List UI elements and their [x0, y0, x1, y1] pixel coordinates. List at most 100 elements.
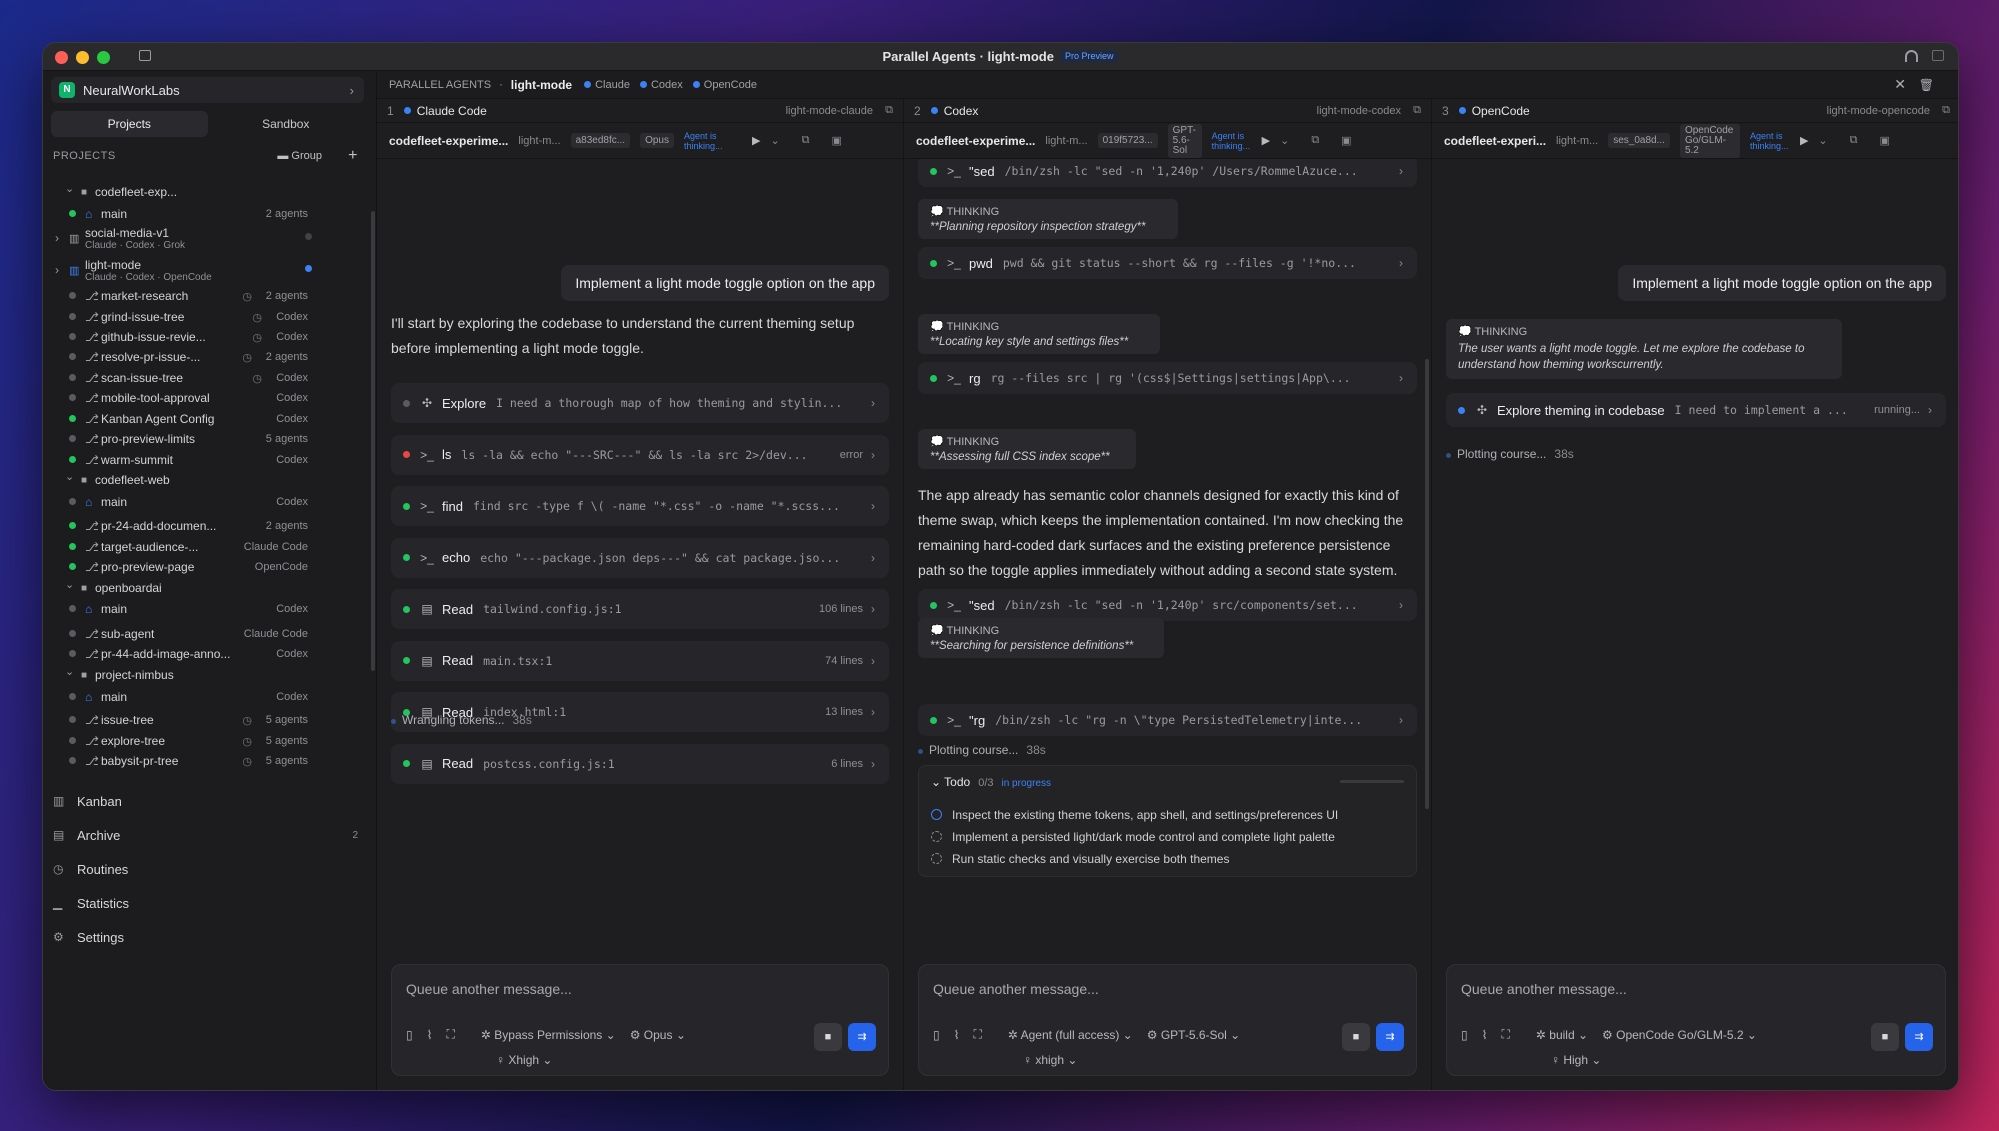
send-button[interactable]: ⇉ — [1376, 1023, 1404, 1051]
send-button[interactable]: ⇉ — [848, 1023, 876, 1051]
effort-dropdown[interactable]: ♀ Xhigh ⌄ — [496, 1053, 552, 1067]
tree-row[interactable]: ⎇ target-audience-... Claude Code — [43, 536, 370, 558]
tree-row[interactable]: › ▥ social-media-v1 Claude · Codex · Grok — [43, 226, 370, 251]
copy-icon[interactable]: ⧉ — [802, 134, 810, 147]
nav-item-kanban[interactable]: ▥ Kanban — [43, 786, 376, 816]
copy-icon[interactable]: ⧉ — [1311, 134, 1319, 147]
screenshot-icon[interactable]: ⛶ — [973, 1027, 981, 1042]
open-external-icon[interactable]: ⧉ — [1942, 104, 1950, 117]
chevron-down-icon[interactable]: ⌄ — [1818, 134, 1827, 147]
chevron-down-icon[interactable]: ⌄ — [65, 665, 74, 678]
todo-item[interactable]: Inspect the existing theme tokens, app s… — [931, 808, 1338, 822]
play-icon[interactable]: ▶ — [752, 134, 760, 147]
org-switcher[interactable]: N NeuralWorkLabs › — [51, 77, 364, 103]
tree-row[interactable]: ⎇ issue-tree 5 agents ◷ — [43, 709, 370, 731]
message-input[interactable]: Queue another message... — [933, 981, 1099, 997]
effort-dropdown[interactable]: ♀ High ⌄ — [1551, 1053, 1601, 1067]
nav-item-routines[interactable]: ◷ Routines — [43, 854, 376, 884]
tree-row[interactable]: ⎇ scan-issue-tree Codex ◷ — [43, 367, 370, 389]
play-icon[interactable]: ▶ — [1800, 134, 1808, 147]
tree-row[interactable]: ⌂ main Codex — [43, 686, 370, 708]
message-input[interactable]: Queue another message... — [1461, 981, 1627, 997]
stop-button[interactable]: ■ — [1871, 1023, 1899, 1051]
copy-icon[interactable]: ⧉ — [1850, 134, 1858, 147]
tree-row[interactable]: ⎇ mobile-tool-approval Codex — [43, 387, 370, 409]
close-icon[interactable]: ✕ — [1894, 76, 1906, 93]
tree-row[interactable]: ⎇ warm-summit Codex — [43, 449, 370, 471]
nav-item-statistics[interactable]: ▁ Statistics — [43, 888, 376, 918]
tree-row[interactable]: ⎇ market-research 2 agents ◷ — [43, 285, 370, 307]
tool-call[interactable]: >_ "sed/bin/zsh -lc "sed -n '1,240p' src/… — [918, 589, 1417, 621]
tool-call[interactable]: >_ "sed/bin/zsh -lc "sed -n '1,240p' /Use… — [918, 159, 1417, 187]
nav-item-archive[interactable]: ▤ Archive 2 — [43, 820, 376, 850]
tree-row[interactable]: ⎇ pr-44-add-image-anno... Codex — [43, 643, 370, 665]
tree-row[interactable]: ⎇ babysit-pr-tree 5 agents ◷ — [43, 750, 370, 772]
send-button[interactable]: ⇉ — [1905, 1023, 1933, 1051]
tool-call[interactable]: >_ find find src -type f \( -name "*.css" … — [391, 486, 889, 526]
stop-button[interactable]: ■ — [1342, 1023, 1370, 1051]
tree-row[interactable]: ⎇ resolve-pr-issue-... 2 agents ◷ — [43, 346, 370, 368]
tool-call[interactable]: >_ pwd pwd && git status --short && rg --f… — [918, 247, 1417, 279]
open-external-icon[interactable]: ⧉ — [1413, 104, 1421, 117]
tree-row[interactable]: ⌄ ■ project-nimbus — [43, 664, 370, 686]
effort-dropdown[interactable]: ♀ xhigh ⌄ — [1023, 1053, 1077, 1067]
todo-item[interactable]: Run static checks and visually exercise … — [931, 852, 1229, 866]
chevron-down-icon[interactable]: ⌄ — [65, 470, 74, 483]
tree-row[interactable]: ⌂ main Codex — [43, 598, 370, 620]
attach-icon[interactable]: ⌇ — [427, 1028, 433, 1042]
file-icon[interactable]: ▯ — [1461, 1028, 1468, 1042]
tool-call[interactable]: ▤ Read postcss.config.js:1 6 lines › — [391, 743, 889, 784]
chevron-right-icon[interactable]: › — [55, 231, 59, 245]
file-icon[interactable]: ▯ — [933, 1028, 940, 1042]
todo-item[interactable]: Implement a persisted light/dark mode co… — [931, 830, 1335, 844]
pane-scrollbar[interactable] — [1425, 359, 1429, 809]
attach-icon[interactable]: ⌇ — [1482, 1028, 1488, 1042]
open-external-icon[interactable]: ⧉ — [885, 104, 893, 117]
tool-call[interactable]: ✣ Explore I need a thorough map of how the… — [391, 383, 889, 423]
permissions-dropdown[interactable]: ✲ Bypass Permissions ⌄ — [481, 1028, 616, 1042]
model-dropdown[interactable]: ⚙ GPT-5.6-Sol ⌄ — [1147, 1028, 1241, 1042]
tab-projects[interactable]: Projects — [51, 111, 208, 137]
chevron-down-icon[interactable]: ⌄ — [65, 182, 74, 195]
terminal-icon[interactable]: ▣ — [832, 134, 842, 147]
trash-icon[interactable]: 🗑 — [1919, 78, 1934, 92]
tree-row[interactable]: › ▥ light-mode Claude · Codex · OpenCode — [43, 258, 370, 283]
terminal-icon[interactable]: ▣ — [1341, 134, 1351, 147]
panel-icon[interactable] — [1932, 50, 1944, 61]
permissions-dropdown[interactable]: ✲ Agent (full access) ⌄ — [1008, 1028, 1133, 1042]
model-dropdown[interactable]: ⚙ OpenCode Go/GLM-5.2 ⌄ — [1602, 1028, 1757, 1042]
tree-row[interactable]: ⎇ pro-preview-limits 5 agents — [43, 428, 370, 450]
tree-row[interactable]: ⌄ ■ codefleet-web — [43, 469, 370, 491]
tool-call[interactable]: >_ "rg/bin/zsh -lc "rg -n \"type Persiste… — [918, 704, 1417, 736]
attach-icon[interactable]: ⌇ — [954, 1028, 960, 1042]
terminal-icon[interactable]: ▣ — [1880, 134, 1890, 147]
tree-row[interactable]: ⌂ main Codex — [43, 491, 370, 513]
tree-row[interactable]: ⎇ pro-preview-page OpenCode — [43, 556, 370, 578]
mode-dropdown[interactable]: ✲ build ⌄ — [1536, 1028, 1588, 1042]
tree-row[interactable]: ⎇ sub-agent Claude Code — [43, 623, 370, 645]
chevron-down-icon[interactable]: ⌄ — [65, 578, 74, 591]
tree-row[interactable]: ⎇ explore-tree 5 agents ◷ — [43, 730, 370, 752]
sidebar-scrollbar[interactable] — [371, 211, 375, 671]
file-icon[interactable]: ▯ — [406, 1028, 413, 1042]
tree-row[interactable]: ⎇ grind-issue-tree Codex ◷ — [43, 306, 370, 328]
chevron-right-icon[interactable]: › — [55, 263, 59, 277]
tool-call[interactable]: >_ rg rg --files src | rg '(css$|Settings|… — [918, 362, 1417, 394]
model-dropdown[interactable]: ⚙ Opus ⌄ — [630, 1028, 686, 1042]
tool-call[interactable]: ✣ Explore theming in codebase I need to … — [1446, 393, 1946, 427]
nav-item-settings[interactable]: ⚙ Settings — [43, 922, 376, 952]
chevron-down-icon[interactable]: ⌄ — [770, 134, 779, 147]
headphones-icon[interactable] — [1905, 50, 1918, 62]
screenshot-icon[interactable]: ⛶ — [446, 1027, 454, 1042]
stop-button[interactable]: ■ — [814, 1023, 842, 1051]
add-project-icon[interactable]: + — [348, 147, 358, 165]
play-icon[interactable]: ▶ — [1262, 134, 1270, 147]
tree-row[interactable]: ⌄ ■ openboardai — [43, 577, 370, 599]
message-input[interactable]: Queue another message... — [406, 981, 572, 997]
tool-call[interactable]: >_ ls ls -la && echo "---SRC---" && ls -la… — [391, 434, 889, 475]
todo-header[interactable]: ⌄ Todo 0/3 in progress — [931, 775, 1051, 789]
tab-sandbox[interactable]: Sandbox — [208, 111, 365, 137]
group-button[interactable]: ▬ Group — [277, 150, 322, 162]
screenshot-icon[interactable]: ⛶ — [1501, 1027, 1509, 1042]
tool-call[interactable]: >_ echo echo "---package.json deps---" && … — [391, 537, 889, 578]
